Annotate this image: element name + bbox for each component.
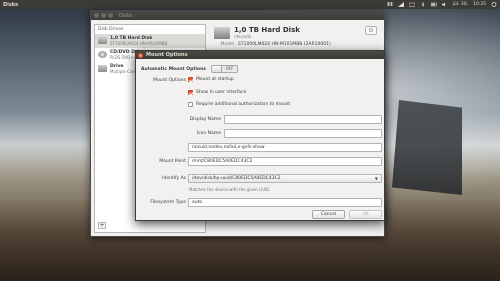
checkbox-label: Require additional authorization to moun… xyxy=(196,102,291,107)
drive-detail-header: 1,0 TB Hard Disk /dev/sda xyxy=(214,26,377,39)
drive-title: 1,0 TB Hard Disk xyxy=(234,26,300,34)
checkbox-box xyxy=(188,90,193,95)
require-authorization-checkbox[interactable]: Require additional authorization to moun… xyxy=(188,102,290,107)
identify-as-hint: Matches the device with the given UUID xyxy=(189,187,270,192)
keyboard-icon[interactable] xyxy=(408,2,415,7)
model-value: ST1000LM024 HN-M101MBB (2AR10001) xyxy=(238,42,331,47)
mount-at-startup-checkbox[interactable]: Mount at startup xyxy=(188,77,234,82)
mount-point-field[interactable]: /mnt/C80EDC5A0EDC43C2 xyxy=(188,157,382,166)
drive-device-path: /dev/sda xyxy=(234,34,252,39)
disks-window-title: Disks xyxy=(119,12,133,19)
ok-button[interactable]: OK xyxy=(349,210,382,219)
disks-titlebar: Disks xyxy=(91,11,384,20)
date-label[interactable]: jūl. 30, xyxy=(453,2,468,7)
add-icon[interactable]: + xyxy=(98,222,106,229)
icon-name-field[interactable] xyxy=(224,129,382,138)
mount-options-dialog: × Mount Options Automatic Mount Options … xyxy=(135,50,385,221)
clock-label[interactable]: 10:35 xyxy=(473,2,486,7)
hard-disk-icon xyxy=(98,37,107,44)
system-tray: jūl. 30, 10:35 xyxy=(386,1,497,8)
volume-icon[interactable] xyxy=(441,2,448,7)
automatic-mount-options-switch[interactable]: OFF xyxy=(211,65,238,73)
cancel-button[interactable]: Cancel xyxy=(312,210,345,219)
optical-disc-icon xyxy=(98,51,107,58)
card-reader-icon xyxy=(98,65,107,72)
show-in-ui-checkbox[interactable]: Show in user interface xyxy=(188,90,246,95)
checkbox-label: Mount at startup xyxy=(196,77,234,82)
top-panel: Disks jūl. 30, 10:35 xyxy=(0,0,500,9)
drive-item-hard-disk[interactable]: 1,0 TB Hard Disk ST1000LM024 HN-M101MBB xyxy=(95,34,205,48)
switch-knob xyxy=(212,66,222,72)
display-name-field[interactable] xyxy=(224,115,382,124)
automatic-mount-options-label: Automatic Mount Options xyxy=(141,67,206,72)
power-icon[interactable]: ⏻ xyxy=(365,26,377,35)
checkbox-label: Show in user interface xyxy=(196,90,247,95)
identify-as-combo[interactable]: /dev/disk/by-uuid/C80EDC5A0EDC43C2 ▼ xyxy=(188,174,382,183)
network-icon[interactable] xyxy=(397,2,404,7)
dialog-title: Mount Options xyxy=(146,52,188,58)
maximize-button[interactable] xyxy=(108,13,113,18)
wallpaper-truck xyxy=(392,100,462,195)
gear-icon[interactable] xyxy=(491,2,497,7)
mount-options-field[interactable]: nosuid,nodev,nofail,x-gvfs-show xyxy=(188,143,382,152)
filesystem-type-field[interactable]: auto xyxy=(188,198,382,207)
filesystem-type-label: Filesystem Type xyxy=(150,200,186,205)
checkbox-box xyxy=(188,77,193,82)
close-button[interactable] xyxy=(94,13,99,18)
drive-list-header: Disk Drives xyxy=(98,27,124,32)
checkbox-box xyxy=(188,102,193,107)
identify-as-label: Identify As xyxy=(162,176,186,181)
display-name-label: Display Name xyxy=(189,117,221,122)
model-row: Model ST1000LM024 HN-M101MBB (2AR10001) xyxy=(214,42,377,47)
close-icon[interactable]: × xyxy=(138,52,143,58)
minimize-button[interactable] xyxy=(101,13,106,18)
hard-disk-icon xyxy=(214,26,230,39)
drive-sub: ST1000LM024 HN-M101MBB xyxy=(110,41,168,46)
mount-options-label: Mount Options xyxy=(153,78,186,83)
bluetooth-icon[interactable] xyxy=(420,1,426,8)
active-app-title: Disks xyxy=(3,1,19,8)
switch-state: OFF xyxy=(225,66,234,71)
dropbox-icon[interactable] xyxy=(386,2,393,7)
battery-icon[interactable] xyxy=(430,2,437,7)
model-label: Model xyxy=(220,42,234,47)
mount-point-label: Mount Point xyxy=(159,159,186,164)
identify-as-value: /dev/disk/by-uuid/C80EDC5A0EDC43C2 xyxy=(192,176,281,181)
icon-name-label: Icon Name xyxy=(196,131,221,136)
dropdown-arrow-icon: ▼ xyxy=(374,176,378,181)
dialog-titlebar: × Mount Options xyxy=(136,51,384,59)
